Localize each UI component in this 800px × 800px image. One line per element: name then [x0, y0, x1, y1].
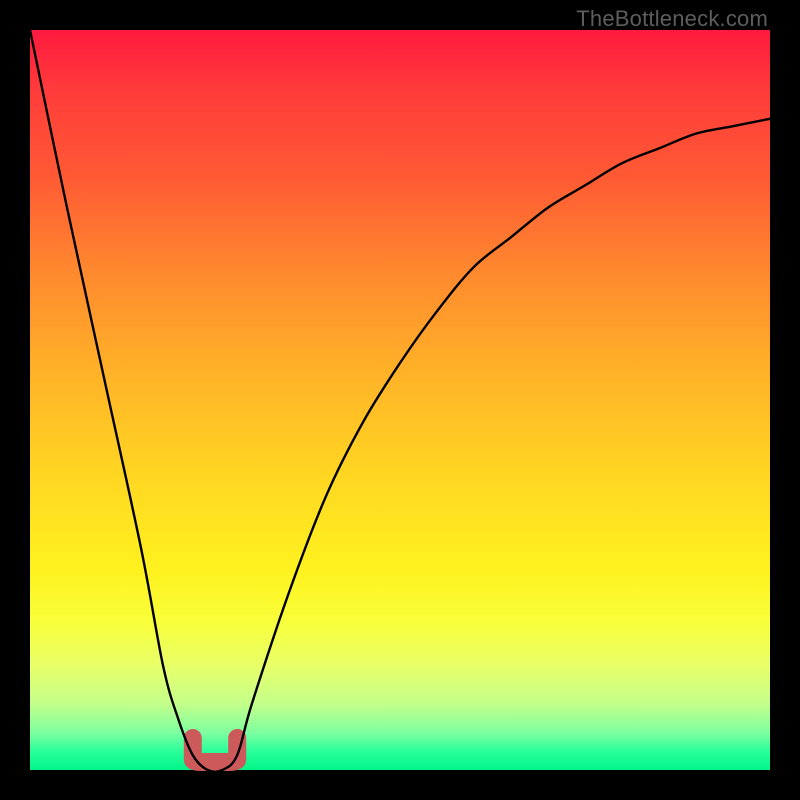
plot-area	[30, 30, 770, 770]
valley-highlight	[193, 738, 237, 762]
attribution-text: TheBottleneck.com	[576, 6, 768, 32]
bottleneck-curve	[30, 30, 770, 772]
chart-svg	[30, 30, 770, 770]
